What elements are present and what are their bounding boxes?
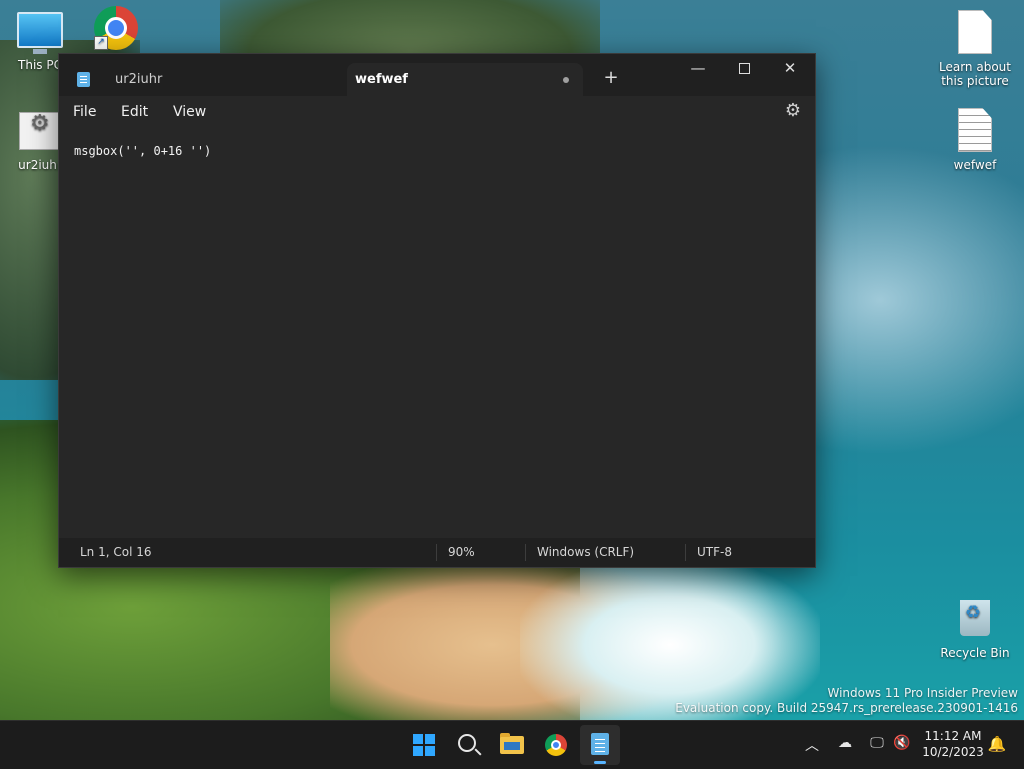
tab-label: ur2iuhr — [115, 72, 163, 87]
desktop-icon-label: wefwef — [953, 158, 997, 172]
taskbar: ︿ ☁ 🖵 🔇 11:12 AM 10/2/2023 🔔 — [0, 720, 1024, 769]
windows-watermark: Windows 11 Pro Insider Preview Evaluatio… — [675, 686, 1018, 716]
cloud-offline-icon[interactable]: ☁ — [834, 735, 856, 751]
clock-time: 11:12 AM — [924, 729, 982, 743]
active-indicator — [594, 761, 606, 764]
status-divider — [525, 544, 526, 561]
notepad-icon — [591, 733, 609, 755]
maximize-icon — [738, 63, 750, 74]
tab-label: wefwef — [355, 72, 408, 87]
menu-bar: File Edit View ⚙ — [59, 96, 815, 128]
start-button[interactable] — [404, 725, 444, 765]
cursor-position: Ln 1, Col 16 — [80, 545, 152, 559]
monitor-icon — [17, 12, 63, 54]
desktop-icon-label: Learn about this picture — [939, 60, 1011, 88]
status-divider — [436, 544, 437, 561]
notification-bell-icon[interactable]: 🔔 — [986, 735, 1008, 753]
desktop-icon-label: Recycle Bin — [940, 646, 1010, 660]
new-tab-button[interactable]: + — [597, 64, 625, 92]
notepad-taskbar-button[interactable] — [580, 725, 620, 765]
shortcut-arrow-icon: ↗ — [94, 36, 108, 50]
speaker-muted-icon[interactable]: 🔇 — [891, 735, 913, 751]
desktop-icon-learn-about-picture[interactable]: Learn about this picture — [935, 10, 1015, 88]
desktop-icon-wefwef[interactable]: wefwef — [935, 108, 1015, 172]
status-bar: Ln 1, Col 16 90% Windows (CRLF) UTF-8 — [59, 538, 815, 567]
chrome-icon — [545, 734, 567, 756]
text-editor-area[interactable]: msgbox('', 0+16 '') — [59, 128, 815, 538]
system-clock[interactable]: 11:12 AM 10/2/2023 — [918, 728, 988, 760]
file-explorer-button[interactable] — [492, 725, 532, 765]
minimize-button[interactable]: — — [675, 54, 721, 84]
windows-logo-icon — [413, 734, 435, 756]
editor-content[interactable]: msgbox('', 0+16 '') — [74, 144, 211, 158]
chrome-taskbar-button[interactable] — [536, 725, 576, 765]
menu-file[interactable]: File — [73, 96, 96, 128]
menu-edit[interactable]: Edit — [121, 96, 148, 128]
notepad-icon — [77, 72, 90, 87]
tab-ur2iuhr[interactable]: ur2iuhr — [67, 63, 347, 96]
clock-date: 10/2/2023 — [922, 745, 984, 759]
maximize-button[interactable] — [721, 54, 767, 84]
encoding[interactable]: UTF-8 — [697, 538, 732, 567]
settings-gear-icon[interactable]: ⚙ — [785, 100, 801, 121]
chrome-icon: ↗ — [94, 6, 138, 50]
tab-wefwef[interactable]: wefwef — [347, 63, 583, 96]
network-icon[interactable]: 🖵 — [866, 735, 888, 751]
recycle-bin-icon: ♻ — [960, 600, 990, 636]
title-bar[interactable]: ur2iuhr wefwef + — ✕ — [59, 54, 815, 96]
settings-file-icon: ⚙ — [19, 112, 61, 150]
chevron-up-icon[interactable]: ︿ — [801, 735, 823, 755]
close-button[interactable]: ✕ — [767, 54, 813, 84]
menu-view[interactable]: View — [173, 96, 206, 128]
zoom-level[interactable]: 90% — [448, 538, 475, 567]
notepad-window[interactable]: ur2iuhr wefwef + — ✕ File Edit View ⚙ ms… — [58, 53, 816, 568]
unsaved-dot-icon[interactable] — [563, 77, 569, 83]
search-icon — [458, 734, 476, 752]
line-ending[interactable]: Windows (CRLF) — [537, 538, 634, 567]
folder-icon — [500, 733, 524, 754]
watermark-line-1: Windows 11 Pro Insider Preview — [827, 686, 1018, 700]
desktop-icon-chrome[interactable]: ↗ — [78, 6, 154, 53]
watermark-line-2: Evaluation copy. Build 25947.rs_prerelea… — [675, 701, 1018, 715]
desktop-icon-recycle-bin[interactable]: ♻ Recycle Bin — [935, 600, 1015, 660]
text-file-icon — [958, 108, 992, 152]
document-icon — [958, 10, 992, 54]
search-button[interactable] — [448, 725, 488, 765]
status-divider — [685, 544, 686, 561]
